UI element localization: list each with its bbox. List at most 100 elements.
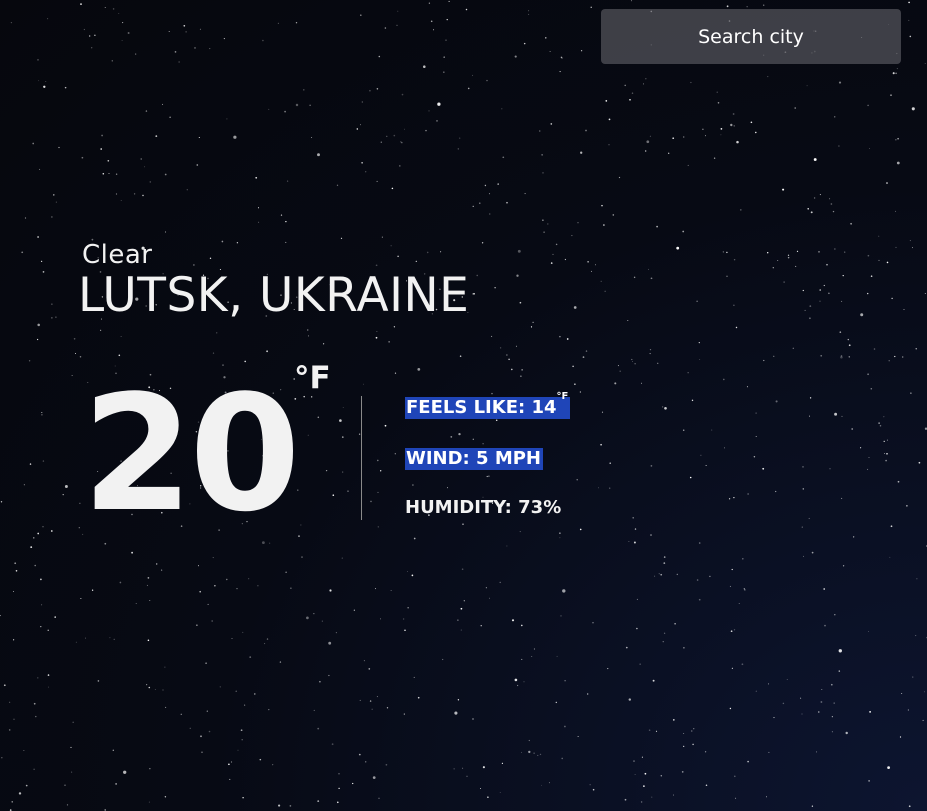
star <box>696 300 698 302</box>
star <box>174 51 177 53</box>
star <box>463 600 465 602</box>
star <box>787 256 790 259</box>
star <box>301 556 303 558</box>
star <box>162 103 164 105</box>
star <box>869 148 871 149</box>
star <box>347 490 349 492</box>
star <box>18 792 22 795</box>
star <box>595 264 596 266</box>
star <box>662 641 664 643</box>
star <box>516 684 519 687</box>
star <box>828 292 830 295</box>
star <box>830 203 833 205</box>
star <box>311 137 313 138</box>
star <box>645 78 647 80</box>
star <box>783 281 785 283</box>
star <box>741 663 744 666</box>
star <box>284 110 286 113</box>
star <box>403 713 405 715</box>
star <box>272 764 274 766</box>
star <box>164 666 166 668</box>
star <box>481 242 484 244</box>
star <box>413 676 415 678</box>
star <box>627 319 629 322</box>
star <box>73 338 76 340</box>
star <box>883 440 885 443</box>
star <box>307 434 309 436</box>
star <box>397 255 399 258</box>
star <box>763 359 765 362</box>
star <box>146 684 148 686</box>
star <box>924 293 926 294</box>
star <box>508 358 510 361</box>
star <box>802 488 805 490</box>
star <box>33 702 36 705</box>
star <box>112 8 115 10</box>
star <box>388 341 390 343</box>
star <box>115 173 118 175</box>
star <box>297 489 299 491</box>
star <box>730 123 733 127</box>
star <box>38 80 40 82</box>
star <box>641 382 642 384</box>
star <box>600 443 602 446</box>
star <box>663 556 666 558</box>
star <box>71 771 73 773</box>
star <box>94 34 96 36</box>
star <box>154 689 156 691</box>
star <box>459 355 462 357</box>
star <box>860 313 864 317</box>
star <box>823 588 826 590</box>
star <box>541 784 543 786</box>
star <box>705 465 707 466</box>
star <box>0 615 1 617</box>
star <box>895 72 897 75</box>
star <box>36 338 39 341</box>
star <box>13 718 15 720</box>
star <box>631 0 632 2</box>
star <box>135 603 137 604</box>
star <box>823 284 825 287</box>
star <box>37 323 40 327</box>
star <box>640 801 643 803</box>
star <box>829 468 831 470</box>
star <box>423 65 426 68</box>
star <box>499 581 501 584</box>
star <box>886 261 889 264</box>
star <box>600 280 602 282</box>
star <box>908 805 911 808</box>
star <box>1 757 3 759</box>
star <box>89 35 91 37</box>
star <box>520 375 522 377</box>
star <box>516 274 519 277</box>
weather-condition: Clear <box>82 240 153 270</box>
star <box>64 86 67 89</box>
star <box>514 55 517 58</box>
star <box>390 590 392 591</box>
star <box>285 241 287 243</box>
star <box>732 113 735 115</box>
star <box>681 771 684 773</box>
star <box>895 139 897 141</box>
search-input[interactable] <box>601 9 901 64</box>
star <box>43 85 46 88</box>
star <box>15 570 18 572</box>
star <box>212 557 214 559</box>
star <box>32 142 35 145</box>
star <box>11 801 13 803</box>
star <box>248 578 250 580</box>
star <box>562 589 566 593</box>
star <box>335 632 337 634</box>
star <box>796 250 799 253</box>
star <box>842 274 844 277</box>
star <box>723 378 725 381</box>
star <box>200 735 202 738</box>
star <box>632 517 634 519</box>
star <box>612 214 615 216</box>
star <box>118 13 120 14</box>
star <box>437 102 441 106</box>
star <box>308 335 310 337</box>
star <box>887 766 891 770</box>
wind-text: WIND: 5 MPH <box>405 448 543 470</box>
star <box>524 193 526 195</box>
